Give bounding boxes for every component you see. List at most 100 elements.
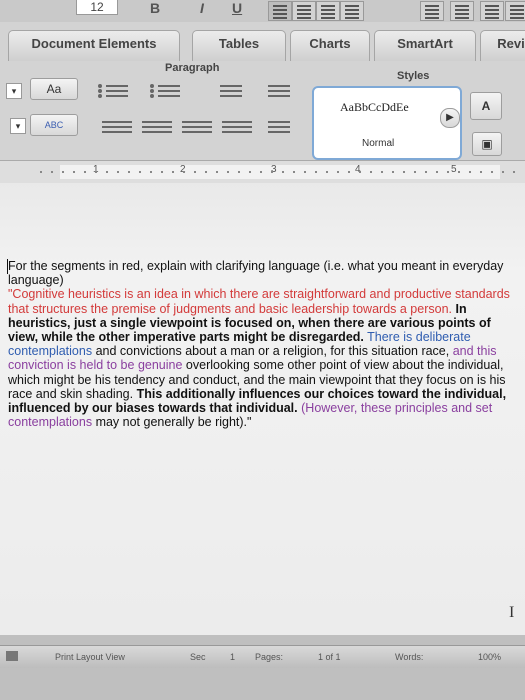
tab-smartart[interactable]: SmartArt bbox=[374, 30, 476, 61]
tab-review[interactable]: Revi bbox=[480, 30, 525, 61]
ruler-tick bbox=[227, 171, 229, 173]
ruler-tick bbox=[249, 171, 251, 173]
ruler-tick bbox=[447, 171, 449, 173]
change-case-label: Aa bbox=[46, 82, 62, 96]
ruler-tick bbox=[62, 171, 64, 173]
ruler-number: 2 bbox=[180, 164, 186, 175]
ruler-tick bbox=[271, 171, 273, 173]
status-bar: Print Layout View Sec 1 Pages: 1 of 1 Wo… bbox=[0, 645, 525, 668]
line-spacing-icon[interactable] bbox=[258, 118, 292, 136]
font-dropdown-arrow[interactable]: ▾ bbox=[6, 83, 22, 99]
ruler-number: 3 bbox=[271, 164, 277, 175]
styles-next-icon[interactable]: ▶ bbox=[440, 108, 460, 128]
status-sec-value: 1 bbox=[230, 652, 236, 662]
ribbon-top-row: 12 B I U bbox=[0, 0, 525, 22]
ruler-tick bbox=[84, 171, 86, 173]
underline-button[interactable]: U bbox=[232, 0, 242, 16]
ruler-tick bbox=[172, 171, 174, 173]
ruler-tick bbox=[194, 171, 196, 173]
ruler-tick bbox=[205, 171, 207, 173]
align-center-icon[interactable] bbox=[140, 118, 174, 136]
italic-button[interactable]: I bbox=[200, 0, 204, 16]
text-effects-icon[interactable]: A bbox=[470, 92, 502, 120]
view-toggle-icon[interactable] bbox=[6, 651, 18, 661]
align-left-icon[interactable] bbox=[100, 118, 134, 136]
ruler-tick bbox=[106, 171, 108, 173]
style-sample: AaBbCcDdEe bbox=[340, 100, 409, 114]
ruler-tick bbox=[150, 171, 152, 173]
numbered-list-icon[interactable] bbox=[148, 82, 182, 100]
indent-button[interactable] bbox=[505, 1, 525, 21]
justify-icon[interactable] bbox=[220, 118, 254, 136]
ruler-number: 4 bbox=[355, 164, 361, 175]
ruler-tick bbox=[216, 171, 218, 173]
align-right-icon[interactable] bbox=[180, 118, 214, 136]
ruler-tick bbox=[260, 171, 262, 173]
style-name: Normal bbox=[362, 138, 395, 149]
align-right-button[interactable] bbox=[316, 1, 340, 21]
ruler-tick bbox=[40, 171, 42, 173]
ruler-tick bbox=[513, 171, 515, 173]
ruler-tick bbox=[348, 171, 350, 173]
ruler-tick bbox=[183, 171, 185, 173]
segment-plain-9: may not generally be right)." bbox=[95, 415, 252, 430]
document-body[interactable]: For the segments in red, explain with cl… bbox=[8, 259, 518, 429]
highlight-label: ABC bbox=[44, 120, 64, 130]
font-size-field[interactable]: 12 bbox=[76, 0, 118, 15]
bullet-list-icon[interactable] bbox=[96, 82, 130, 100]
ruler-tick bbox=[414, 171, 416, 173]
tab-charts[interactable]: Charts bbox=[290, 30, 370, 61]
ruler-tick bbox=[403, 171, 405, 173]
ruler-tick bbox=[238, 171, 240, 173]
decrease-indent-icon[interactable] bbox=[210, 82, 244, 100]
ruler-tick bbox=[392, 171, 394, 173]
ruler-tick bbox=[436, 171, 438, 173]
bold-button[interactable]: B bbox=[150, 0, 160, 16]
paragraph-group-label: Paragraph bbox=[165, 62, 220, 74]
styles-group-label: Styles bbox=[397, 70, 430, 82]
instruction-text: For the segments in red, explain with cl… bbox=[8, 259, 504, 288]
justify-button[interactable] bbox=[340, 1, 364, 21]
numbering-button[interactable] bbox=[450, 1, 474, 21]
ruler-tick bbox=[480, 171, 482, 173]
status-view: Print Layout View bbox=[55, 652, 125, 662]
ribbon: 12 B I U Document Elements Tables Charts… bbox=[0, 0, 525, 160]
ruler-tick bbox=[282, 171, 284, 173]
ribbon-tabs: Document Elements Tables Charts SmartArt… bbox=[0, 22, 525, 64]
segment-red-1: "Cognitive heuristics is an idea in whic… bbox=[8, 287, 510, 316]
ruler-tick bbox=[326, 171, 328, 173]
multilevel-button[interactable] bbox=[480, 1, 504, 21]
tab-document-elements[interactable]: Document Elements bbox=[8, 30, 180, 61]
status-pages-value: 1 of 1 bbox=[318, 652, 341, 662]
ruler-tick bbox=[315, 171, 317, 173]
highlight-dropdown-arrow[interactable]: ▾ bbox=[10, 118, 26, 134]
highlight-button[interactable]: ABC bbox=[30, 114, 78, 136]
ruler-tick bbox=[425, 171, 427, 173]
ruler-tick bbox=[304, 171, 306, 173]
bullets-button[interactable] bbox=[420, 1, 444, 21]
ruler-tick bbox=[73, 171, 75, 173]
ruler-tick bbox=[381, 171, 383, 173]
ruler-tick bbox=[337, 171, 339, 173]
change-case-button[interactable]: Aa bbox=[30, 78, 78, 100]
status-area: Print Layout View Sec 1 Pages: 1 of 1 Wo… bbox=[0, 635, 525, 700]
ruler-tick bbox=[95, 171, 97, 173]
ruler-tick bbox=[139, 171, 141, 173]
status-pages-label: Pages: bbox=[255, 652, 284, 662]
status-zoom[interactable]: 100% bbox=[478, 652, 501, 662]
tab-tables[interactable]: Tables bbox=[192, 30, 286, 61]
ruler-tick bbox=[117, 171, 119, 173]
ruler-tick bbox=[502, 171, 504, 173]
increase-indent-icon[interactable] bbox=[258, 82, 292, 100]
ruler-number: 1 bbox=[93, 164, 99, 175]
ruler: 1 2 3 4 5 bbox=[0, 160, 525, 184]
styles-pane-icon[interactable]: ▣ bbox=[472, 132, 502, 156]
status-words-label: Words: bbox=[395, 652, 424, 662]
status-sec-label: Sec bbox=[190, 652, 206, 662]
align-left-button[interactable] bbox=[268, 1, 292, 21]
segment-plain-4: and convictions about a man or a religio… bbox=[95, 344, 450, 359]
align-center-button[interactable] bbox=[292, 1, 316, 21]
ruler-tick bbox=[293, 171, 295, 173]
ruler-tick bbox=[161, 171, 163, 173]
styles-gallery[interactable]: AaBbCcDdEe Normal bbox=[312, 86, 462, 160]
